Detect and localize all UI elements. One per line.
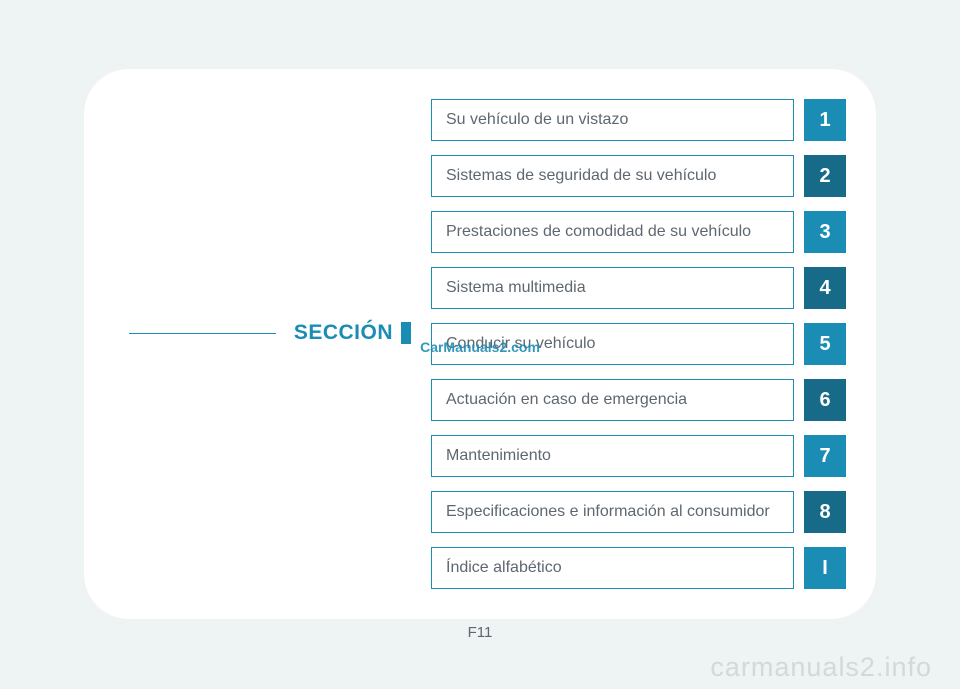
toc-item-number: 6 bbox=[804, 379, 846, 421]
left-column: SECCIÓN bbox=[84, 69, 411, 619]
toc-item-label: Sistemas de seguridad de su vehículo bbox=[431, 155, 794, 197]
toc-item-number: 3 bbox=[804, 211, 846, 253]
toc-item-number: 7 bbox=[804, 435, 846, 477]
toc-item[interactable]: Índice alfabético I bbox=[431, 547, 846, 589]
toc-item-number: 8 bbox=[804, 491, 846, 533]
toc-item-label: Prestaciones de comodidad de su vehículo bbox=[431, 211, 794, 253]
toc-item[interactable]: Sistemas de seguridad de su vehículo 2 bbox=[431, 155, 846, 197]
toc-item-label: Mantenimiento bbox=[431, 435, 794, 477]
toc-list: Su vehículo de un vistazo 1 Sistemas de … bbox=[431, 99, 846, 589]
toc-item-number: I bbox=[804, 547, 846, 589]
toc-item-number: 2 bbox=[804, 155, 846, 197]
toc-item-number: 5 bbox=[804, 323, 846, 365]
toc-item-number: 4 bbox=[804, 267, 846, 309]
right-column: Su vehículo de un vistazo 1 Sistemas de … bbox=[411, 69, 876, 619]
toc-item-label: Especificaciones e información al consum… bbox=[431, 491, 794, 533]
toc-item[interactable]: Conducir su vehículo 5 bbox=[431, 323, 846, 365]
toc-item[interactable]: Su vehículo de un vistazo 1 bbox=[431, 99, 846, 141]
toc-item-number: 1 bbox=[804, 99, 846, 141]
divider-line bbox=[129, 333, 276, 334]
section-header-row: SECCIÓN bbox=[84, 321, 411, 345]
watermark-bottom: carmanuals2.info bbox=[710, 652, 932, 683]
toc-item-label: Índice alfabético bbox=[431, 547, 794, 589]
toc-item[interactable]: Prestaciones de comodidad de su vehículo… bbox=[431, 211, 846, 253]
toc-item-label: Conducir su vehículo bbox=[431, 323, 794, 365]
toc-item[interactable]: Actuación en caso de emergencia 6 bbox=[431, 379, 846, 421]
page-container: SECCIÓN Su vehículo de un vistazo 1 Sist… bbox=[84, 69, 876, 619]
toc-item-label: Su vehículo de un vistazo bbox=[431, 99, 794, 141]
section-label: SECCIÓN bbox=[294, 321, 393, 345]
toc-item-label: Actuación en caso de emergencia bbox=[431, 379, 794, 421]
toc-item[interactable]: Especificaciones e información al consum… bbox=[431, 491, 846, 533]
toc-item-label: Sistema multimedia bbox=[431, 267, 794, 309]
section-marker-icon bbox=[401, 322, 411, 344]
toc-item[interactable]: Mantenimiento 7 bbox=[431, 435, 846, 477]
page-number: F11 bbox=[468, 624, 493, 641]
content-area: SECCIÓN Su vehículo de un vistazo 1 Sist… bbox=[84, 69, 876, 619]
toc-item[interactable]: Sistema multimedia 4 bbox=[431, 267, 846, 309]
